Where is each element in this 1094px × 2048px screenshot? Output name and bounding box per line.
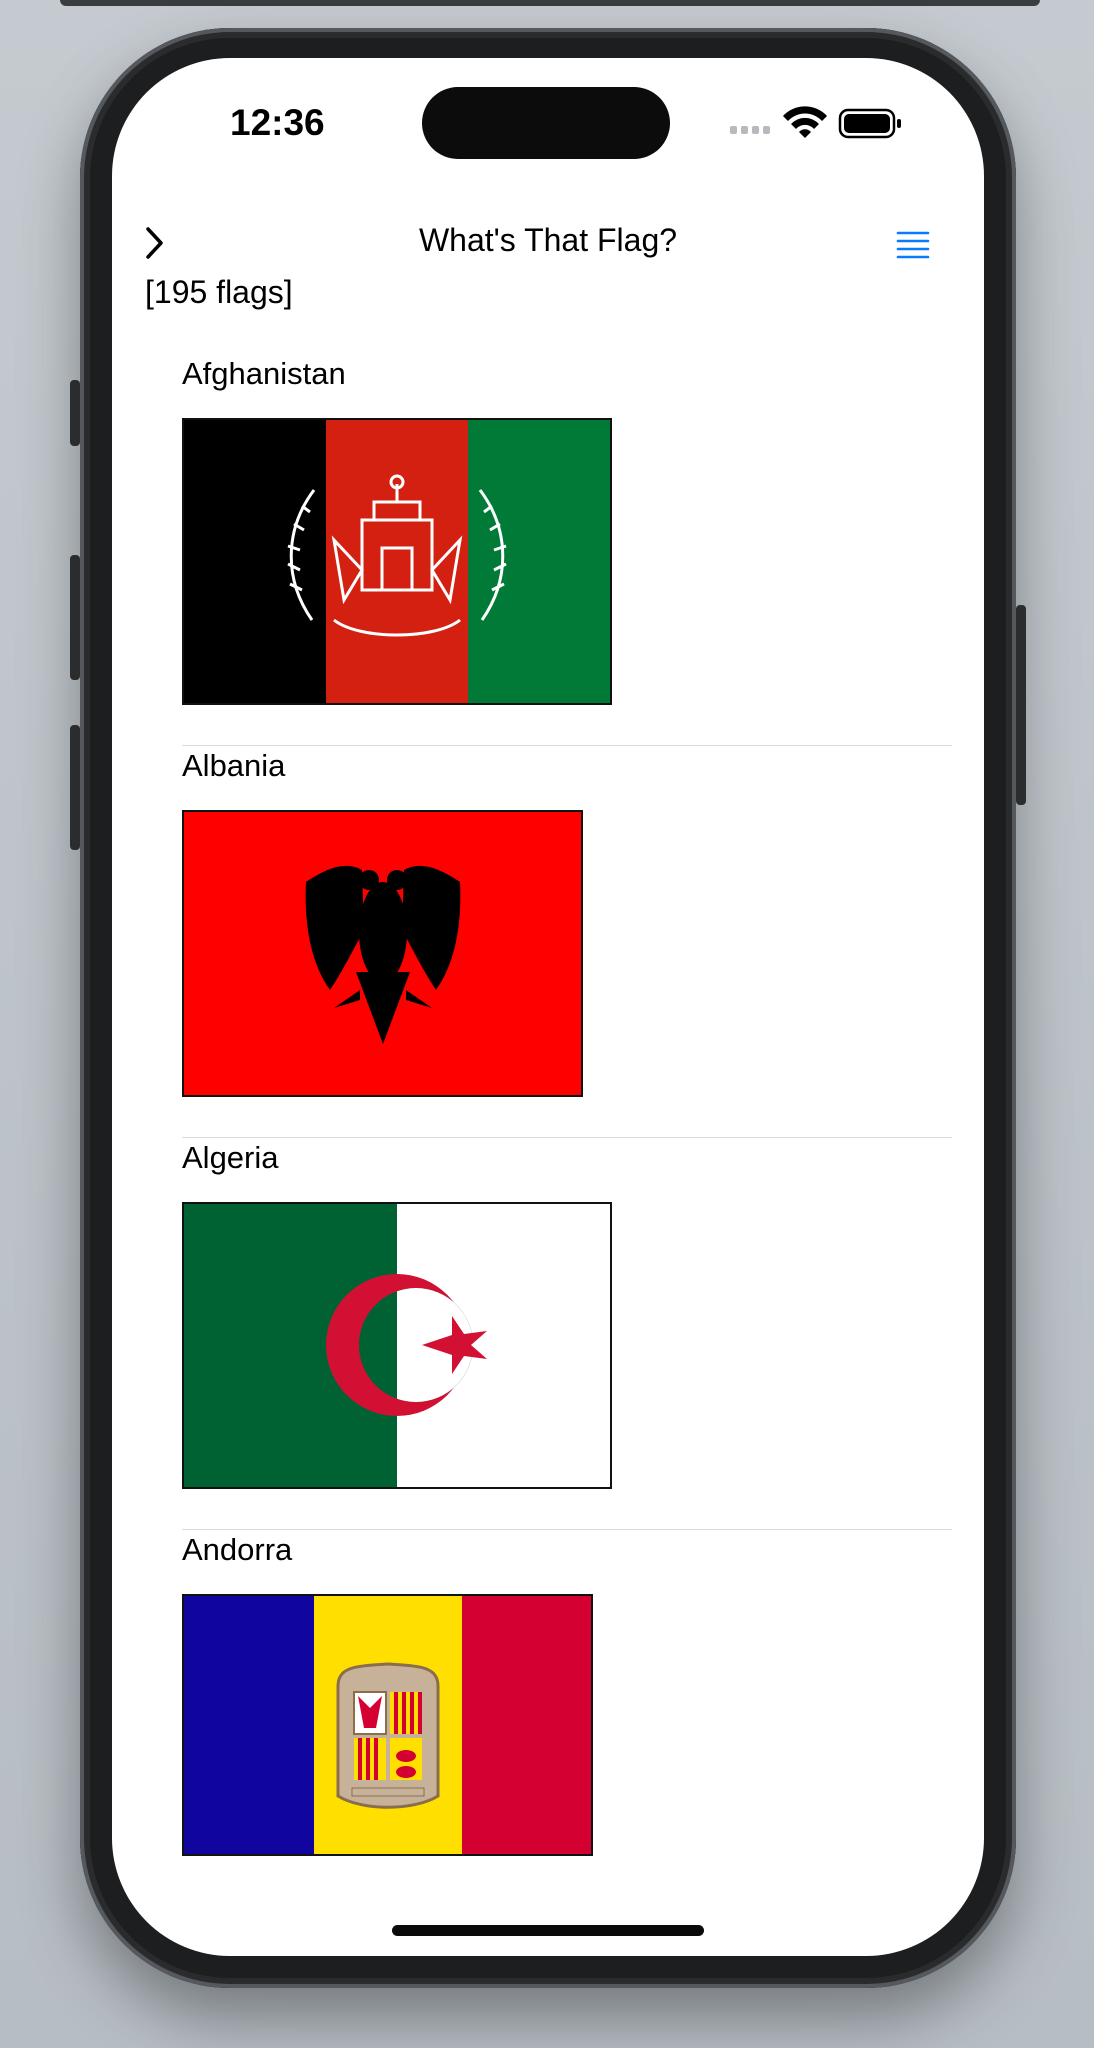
volume-up-button — [70, 555, 80, 680]
window-top-edge — [60, 0, 1040, 6]
signal-icon — [730, 126, 770, 134]
andorra-flag — [182, 1594, 593, 1856]
app-screen: 12:36 What's That Flag? [195 flags] Afgh… — [112, 58, 984, 1956]
albania-flag — [182, 810, 583, 1097]
power-button — [1016, 605, 1026, 805]
country-name: Afghanistan — [182, 356, 346, 391]
list-item[interactable]: Andorra — [182, 1532, 952, 1924]
list-item[interactable]: Afghanistan — [182, 356, 952, 748]
battery-icon — [838, 108, 901, 139]
country-name: Albania — [182, 748, 286, 783]
afghanistan-flag — [182, 418, 612, 705]
country-name: Andorra — [182, 1532, 293, 1567]
coat-of-arms-icon — [336, 1662, 440, 1809]
wifi-icon — [783, 106, 827, 138]
list-item[interactable]: Algeria — [182, 1140, 952, 1532]
flag-list: Afghanistan Albania Algeria Andorra — [182, 356, 952, 1924]
dynamic-island — [422, 87, 670, 159]
row-divider — [182, 1529, 952, 1530]
list-menu-icon[interactable] — [896, 230, 930, 262]
navigation-bar: What's That Flag? — [112, 208, 984, 278]
row-divider — [182, 1137, 952, 1138]
algeria-flag — [182, 1202, 612, 1489]
status-time: 12:36 — [230, 102, 325, 143]
home-indicator[interactable] — [392, 1925, 704, 1936]
volume-down-button — [70, 725, 80, 850]
status-icons — [730, 106, 920, 142]
page-title: What's That Flag? — [418, 222, 678, 258]
flag-count-label: [195 flags] — [145, 274, 293, 310]
action-button — [70, 380, 80, 446]
country-name: Algeria — [182, 1140, 279, 1175]
list-item[interactable]: Albania — [182, 748, 952, 1140]
row-divider — [182, 745, 952, 746]
